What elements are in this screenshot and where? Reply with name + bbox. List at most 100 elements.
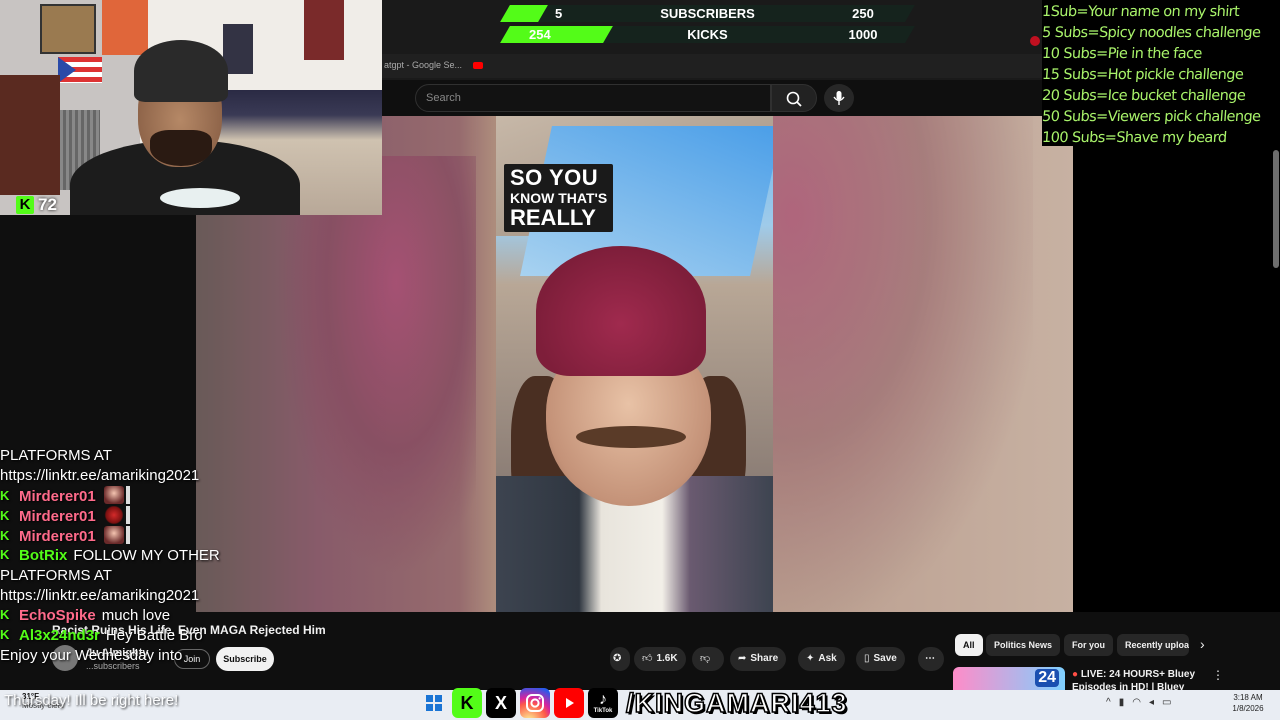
thumbs-up-icon: 👍︎ xyxy=(642,653,653,664)
sub-goal-15: 15 Subs=Hot pickle challenge xyxy=(1041,67,1244,83)
caption-line-3: REALLY xyxy=(510,205,596,230)
kick-badge-icon: K xyxy=(0,488,10,503)
browser-tab-strip[interactable]: atgpt - Google Se... xyxy=(382,54,1042,78)
kick-badge-icon: K xyxy=(0,508,10,523)
save-button[interactable]: ▯ Save xyxy=(856,647,905,671)
chat-text: https://linktr.ee/amariking2021 xyxy=(0,467,200,484)
search-icon xyxy=(786,91,802,107)
kick-badge-icon: K xyxy=(0,528,10,543)
page-scrollbar[interactable] xyxy=(1273,150,1279,268)
speaker-icon[interactable]: ◂ xyxy=(1149,697,1162,708)
chat-emote-icon xyxy=(103,526,124,544)
windows-start-icon[interactable] xyxy=(426,695,442,711)
sub-goal-5: 5 Subs=Spicy noodles challenge xyxy=(1041,25,1261,41)
flag xyxy=(58,57,102,83)
share-label: Share xyxy=(750,653,779,664)
tiktok-label: TikTok xyxy=(593,708,613,714)
system-tray[interactable]: ^▮◠◂▭ xyxy=(1106,697,1179,708)
tiktok-logo-icon: ♪ TikTok xyxy=(588,688,618,718)
sub-goal-10: 10 Subs=Pie in the face xyxy=(1041,46,1203,62)
chat-username: Mirderer01 xyxy=(19,488,96,505)
chat-continuation: https://linktr.ee/amariking2021 xyxy=(0,586,360,606)
chat-username: Mirderer01 xyxy=(19,528,96,545)
sub-goal-1: 1Sub=Your name on my shirt xyxy=(1041,4,1240,20)
dislike-button[interactable]: 👎︎ xyxy=(692,647,724,671)
thumbs-down-icon: 👎︎ xyxy=(700,653,711,664)
taskbar-clock[interactable]: 3:18 AM 1/8/2026 xyxy=(1222,692,1274,714)
chat-trailing-line: Thursday! Ill be right here! xyxy=(4,692,179,709)
chat-continuation: Enjoy your Wednesday into xyxy=(0,646,360,666)
browser-tab-label[interactable]: atgpt - Google Se... xyxy=(384,60,462,70)
chevron-right-icon[interactable]: › xyxy=(1200,636,1205,652)
microphone-icon[interactable]: ▮ xyxy=(1119,697,1133,708)
search-button[interactable] xyxy=(771,84,817,112)
chat-text: PLATFORMS AT xyxy=(0,567,112,584)
sub-goal-100: 100 Subs=Shave my beard xyxy=(1041,130,1228,146)
emote-bar-icon xyxy=(125,526,130,544)
wifi-icon[interactable]: ◠ xyxy=(1132,697,1149,708)
sub-goals-panel: 1Sub=Your name on my shirt 5 Subs=Spicy … xyxy=(1041,0,1280,146)
kicks-target: 1000 xyxy=(848,27,878,42)
chat-continuation: PLATFORMS AT xyxy=(0,446,360,466)
stream-screen: atgpt - Google Se... Search SO YOU KNOW … xyxy=(0,0,1280,720)
youtube-tab-icon[interactable] xyxy=(472,62,483,70)
chat-text: https://linktr.ee/amariking2021 xyxy=(0,587,200,604)
caption-line-1: SO YOU xyxy=(510,165,599,190)
goal-counter: 5 SUBSCRIBERS 250 254 KICKS 1000 xyxy=(500,3,915,45)
emote-bar-icon xyxy=(125,506,130,524)
chat-emote-icon xyxy=(103,506,124,524)
ask-label: Ask xyxy=(818,653,837,664)
recommended-title-rest: Episodes in HD! | Bluey xyxy=(1072,682,1185,690)
hype-button[interactable]: ✪ xyxy=(610,647,630,671)
viewer-count: 72 xyxy=(38,195,57,214)
chat-username: EchoSpike xyxy=(19,607,96,624)
like-count: 1.6K xyxy=(656,653,678,664)
chat-message: K BotRix FOLLOW MY OTHER xyxy=(0,546,360,566)
dresser xyxy=(0,75,60,195)
chip-recently-uploaded[interactable]: Recently uploa xyxy=(1117,634,1189,656)
kick-logo-icon: K xyxy=(16,196,34,214)
chat-username: BotRix xyxy=(19,547,68,564)
kick-logo-icon: K xyxy=(452,688,482,718)
chevron-up-icon[interactable]: ^ xyxy=(1106,697,1119,708)
bookmark-icon: ▯ xyxy=(864,653,870,664)
chat-username: Al3x24nd3r xyxy=(19,627,100,644)
voice-search-button[interactable] xyxy=(824,84,854,112)
kick-badge-icon: K xyxy=(0,627,10,642)
video-caption: SO YOU KNOW THAT'S REALLY xyxy=(504,164,614,232)
streamer-beanie xyxy=(134,40,228,102)
share-icon: ➦ xyxy=(738,653,747,664)
share-button[interactable]: ➦ Share xyxy=(730,647,787,671)
webcam-feed: K 72 xyxy=(0,0,382,215)
red-beanie xyxy=(536,246,706,376)
chat-message: K Al3x24nd3r Hey Battle Bro xyxy=(0,626,360,646)
chat-text: FOLLOW MY OTHER xyxy=(73,547,220,564)
ask-button[interactable]: ✦ Ask xyxy=(798,647,845,671)
kick-viewer-badge: K 72 xyxy=(16,195,57,215)
battery-icon[interactable]: ▭ xyxy=(1162,697,1179,708)
search-placeholder: Search xyxy=(426,92,461,104)
hanging-shirt xyxy=(102,0,148,55)
like-button[interactable]: 👍︎ 1.6K xyxy=(634,647,686,671)
search-input[interactable]: Search xyxy=(415,84,771,112)
more-actions-button[interactable]: ⋯ xyxy=(918,647,944,671)
chip-for-you[interactable]: For you xyxy=(1064,634,1113,656)
recommended-thumbnail[interactable]: 24 xyxy=(953,667,1065,692)
chat-text: PLATFORMS AT xyxy=(0,447,112,464)
vertical-more-icon[interactable]: ⋮ xyxy=(1212,668,1224,682)
chat-continuation: https://linktr.ee/amariking2021 xyxy=(0,466,360,486)
chat-message: K Mirderer01 xyxy=(0,486,360,506)
kicks-goal-row: 254 KICKS 1000 xyxy=(500,24,915,45)
recommended-title[interactable]: ● LIVE: 24 HOURS+ Bluey Episodes in HD! … xyxy=(1072,668,1207,690)
x-logo-icon: X xyxy=(486,688,516,718)
save-label: Save xyxy=(873,653,897,664)
chip-all[interactable]: All xyxy=(955,634,983,656)
blurred-video-right xyxy=(733,116,1033,612)
sub-goal-50: 50 Subs=Viewers pick challenge xyxy=(1041,109,1261,125)
hype-icon: ✪ xyxy=(613,653,622,664)
microphone-icon xyxy=(833,91,845,105)
mustache xyxy=(576,426,686,448)
chip-politics-news[interactable]: Politics News xyxy=(986,634,1061,656)
social-handle: /KINGAMARI413 xyxy=(625,687,848,719)
notification-dot-icon xyxy=(1030,36,1040,46)
